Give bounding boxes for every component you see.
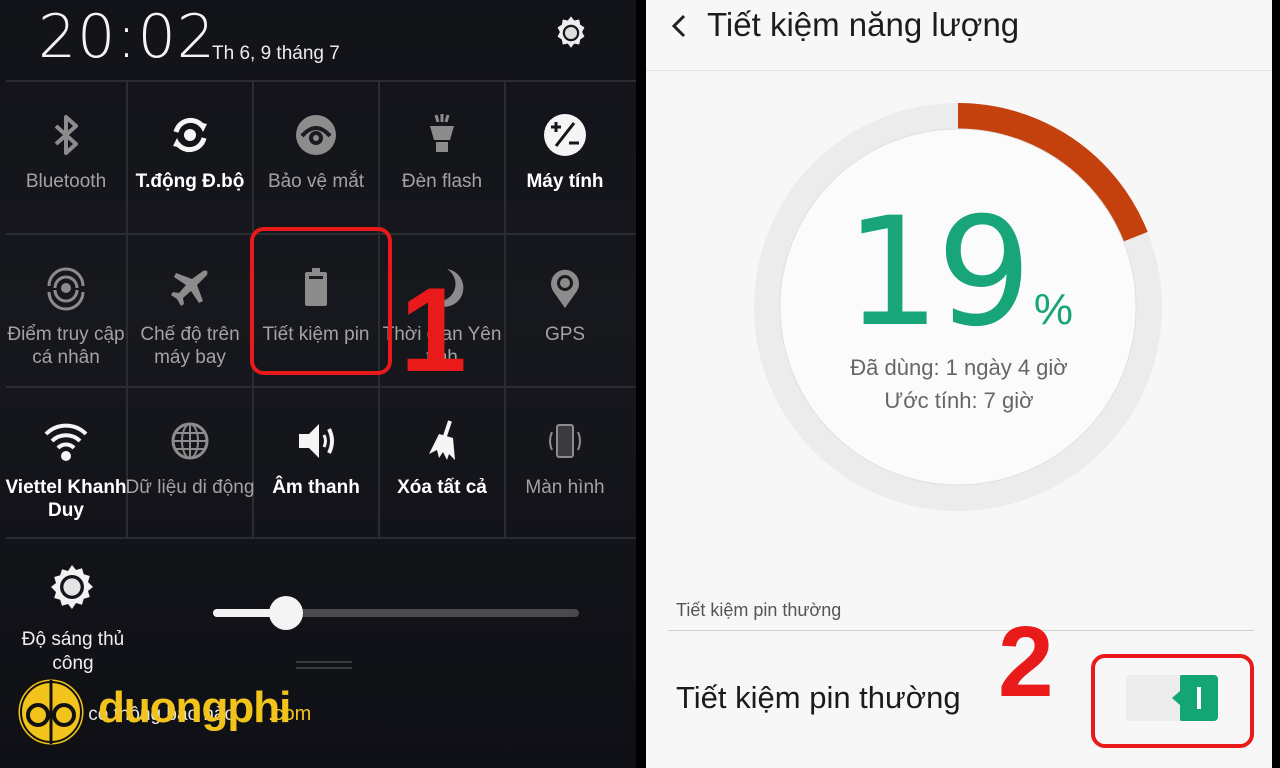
quick-tile[interactable]: Máy tính — [506, 82, 624, 233]
watermark-suffix: .com — [268, 703, 312, 725]
back-arrow-icon[interactable] — [666, 10, 692, 42]
quick-tile[interactable]: Bảo vệ mắt — [254, 82, 380, 233]
quick-tile[interactable]: Viettel Khanh Duy — [5, 388, 128, 537]
clock: 20:02 — [38, 2, 216, 72]
quick-tile-label: Máy tính — [526, 171, 604, 192]
quick-tile-label: T.động Đ.bộ — [135, 171, 245, 192]
screen-rotate-icon — [549, 424, 581, 458]
quick-tile[interactable]: Âm thanh — [254, 388, 380, 537]
hotspot-icon — [47, 267, 85, 311]
quick-tiles-row: Viettel Khanh Duy Dữ liệu di động Âm thanh… — [5, 386, 636, 539]
speaker-icon — [299, 424, 334, 458]
quick-tile-label: Bluetooth — [25, 171, 107, 192]
page-title: Tiết kiệm năng lượng — [707, 6, 1020, 43]
step-marker-2: 2 — [998, 606, 1054, 718]
flashlight-icon — [430, 114, 454, 152]
sync-icon — [173, 117, 207, 153]
quick-tile-label: Màn hình — [525, 477, 605, 498]
globe-icon — [171, 422, 209, 460]
quick-tile-label: Xóa tất cả — [397, 477, 487, 498]
usage-time: Đã dùng: 1 ngày 4 giờ — [850, 355, 1068, 380]
power-saving-screen: Tiết kiệm năng lượng 19% Đã dùng: 1 ngày… — [646, 0, 1280, 768]
quick-tile[interactable]: Màn hình — [506, 388, 624, 537]
eye-icon — [296, 115, 336, 155]
bluetooth-icon — [54, 115, 78, 155]
panel-drag-handle[interactable] — [296, 661, 352, 671]
quick-tile[interactable]: Bluetooth — [6, 82, 128, 233]
quick-tile-label: GPS — [544, 324, 586, 345]
wifi-icon — [44, 423, 88, 461]
battery-percent-value: 19 — [845, 186, 1032, 360]
section-header: Tiết kiệm pin thường — [676, 600, 842, 620]
brightness-icon[interactable] — [48, 563, 96, 611]
step-marker-1: 1 — [400, 263, 467, 397]
quick-tile[interactable]: Dữ liệu di động — [126, 388, 254, 537]
quick-tile-label: Đèn flash — [401, 171, 483, 192]
quick-tile[interactable]: GPS — [506, 235, 624, 386]
quick-tile-label: Điểm truy cập cá nhân — [7, 324, 125, 368]
quick-tile-label: Chế độ trên máy bay — [140, 324, 240, 368]
quick-tile-label: Âm thanh — [272, 477, 360, 498]
quick-tile-label: Dữ liệu di động — [125, 477, 255, 498]
highlight-box-step-2 — [1091, 654, 1254, 748]
battery-percent: 19% — [646, 198, 1272, 348]
broom-icon — [429, 420, 455, 460]
section-divider — [668, 630, 1254, 631]
settings-gear-icon[interactable] — [552, 14, 590, 52]
right-edge — [1272, 0, 1280, 768]
location-pin-icon — [551, 269, 579, 308]
calculator-icon — [544, 114, 586, 156]
quick-settings-panel: 20:02 Th 6, 9 tháng 7 Bluetooth T.động Đ.… — [0, 0, 640, 768]
quick-tile-label: Viettel Khanh Duy — [5, 477, 127, 521]
quick-tile[interactable]: Đèn flash — [380, 82, 506, 233]
watermark-text: duongphi — [98, 683, 291, 732]
date: Th 6, 9 tháng 7 — [212, 43, 340, 64]
brightness-label: Độ sáng thủ công — [21, 629, 125, 674]
percent-symbol: % — [1033, 285, 1073, 334]
normal-saving-label: Tiết kiệm pin thường — [676, 680, 961, 715]
quick-tiles-row: Bluetooth T.động Đ.bộ Bảo vệ mắt Đèn flash M… — [6, 80, 636, 233]
quick-tile[interactable]: Chế độ trên máy bay — [128, 235, 254, 386]
watermark-logo-icon — [15, 676, 87, 748]
estimated-time: Ước tính: 7 giờ — [884, 388, 1034, 413]
quick-tile-label: Bảo vệ mắt — [267, 171, 365, 192]
quick-tile[interactable]: Xóa tất cả — [380, 388, 506, 537]
panel-divider — [636, 0, 640, 768]
quick-tile[interactable]: Điểm truy cập cá nhân — [6, 235, 128, 386]
airplane-icon — [171, 270, 208, 306]
brightness-slider[interactable] — [213, 596, 579, 630]
header-bar: Tiết kiệm năng lượng — [646, 0, 1272, 71]
highlight-box-step-1 — [250, 227, 392, 375]
slider-thumb[interactable] — [269, 596, 304, 630]
quick-tile[interactable]: T.động Đ.bộ — [128, 82, 254, 233]
